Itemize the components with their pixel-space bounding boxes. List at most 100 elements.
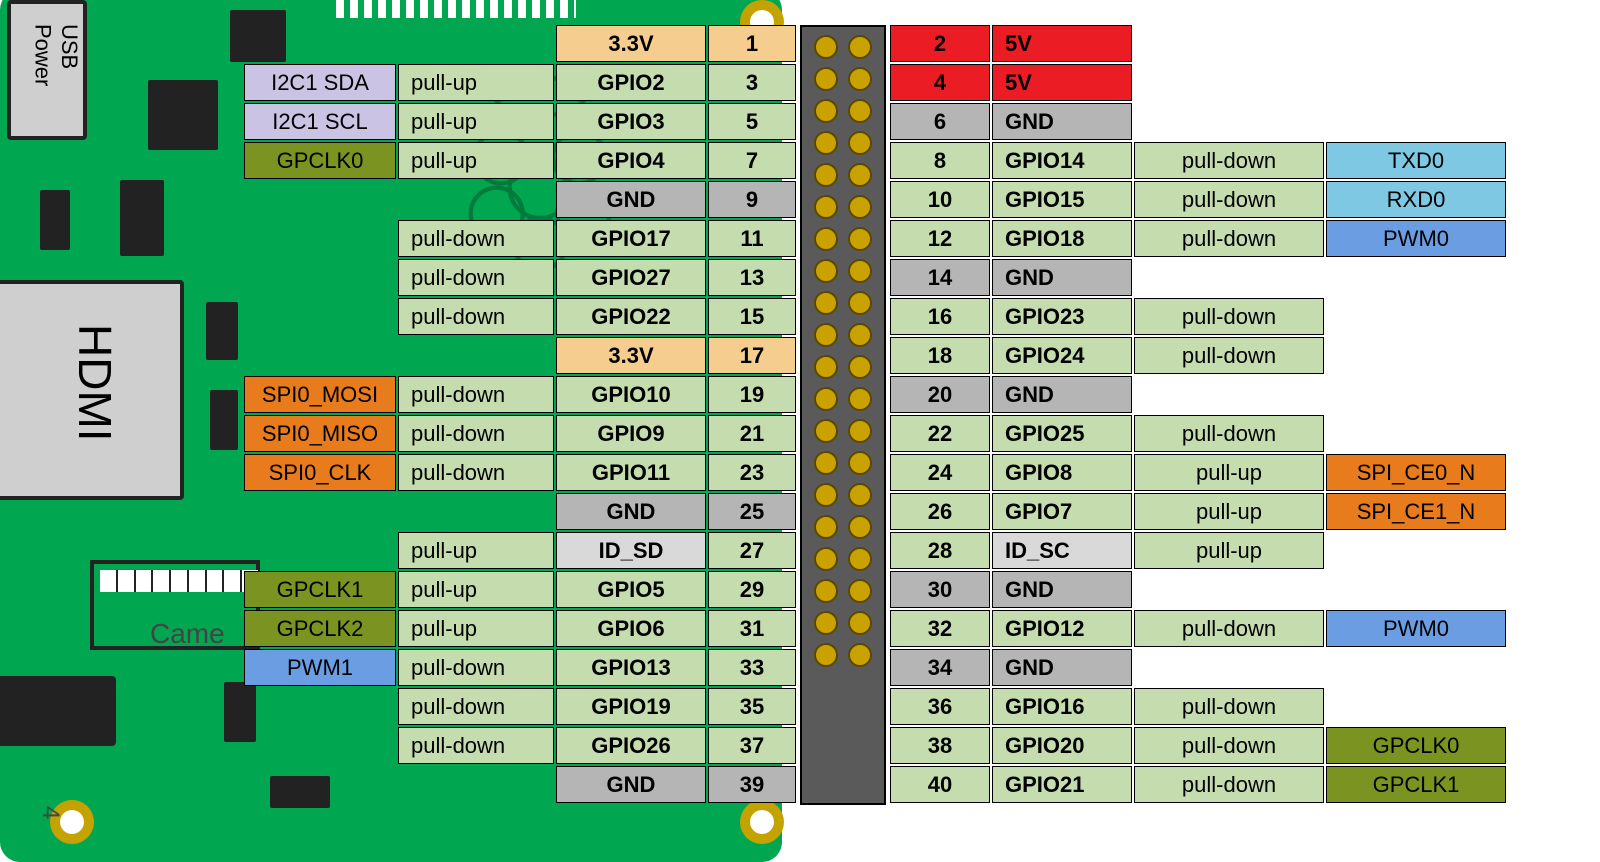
- left-pull: pull-down: [398, 688, 554, 725]
- right-pin-number: 16: [890, 298, 990, 335]
- left-gpio: GPIO27: [556, 259, 706, 296]
- left-pull: pull-down: [398, 454, 554, 491]
- left-alt: I2C1 SCL: [244, 103, 396, 140]
- left-pin-number: 37: [708, 727, 796, 764]
- right-pin-number: 34: [890, 649, 990, 686]
- left-gpio: 3.3V: [556, 337, 706, 374]
- left-pin-number: 1: [708, 25, 796, 62]
- left-pin-number: 31: [708, 610, 796, 647]
- left-pull: pull-down: [398, 376, 554, 413]
- right-pin-number: 38: [890, 727, 990, 764]
- right-gpio: GND: [992, 259, 1132, 296]
- right-alt: RXD0: [1326, 181, 1506, 218]
- left-gpio: GND: [556, 181, 706, 218]
- right-pin-number: 36: [890, 688, 990, 725]
- right-alt: SPI_CE0_N: [1326, 454, 1506, 491]
- right-pull: pull-down: [1134, 727, 1324, 764]
- left-pull: pull-down: [398, 727, 554, 764]
- left-pin-number: 11: [708, 220, 796, 257]
- left-pin-number: 27: [708, 532, 796, 569]
- right-gpio: GND: [992, 649, 1132, 686]
- right-gpio: 5V: [992, 64, 1132, 101]
- right-gpio: GPIO25: [992, 415, 1132, 452]
- left-pull: pull-up: [398, 532, 554, 569]
- right-gpio: GPIO23: [992, 298, 1132, 335]
- right-alt: PWM0: [1326, 610, 1506, 647]
- pinout-table: 3.3V125VI2C1 SDApull-upGPIO2345VI2C1 SCL…: [0, 25, 1600, 805]
- right-alt: GPCLK1: [1326, 766, 1506, 803]
- right-pull: pull-down: [1134, 415, 1324, 452]
- left-pull: pull-up: [398, 142, 554, 179]
- right-pull: pull-down: [1134, 337, 1324, 374]
- left-pin-number: 7: [708, 142, 796, 179]
- left-pin-number: 39: [708, 766, 796, 803]
- right-pin-number: 6: [890, 103, 990, 140]
- left-gpio: ID_SD: [556, 532, 706, 569]
- right-gpio: GPIO8: [992, 454, 1132, 491]
- right-pull: pull-down: [1134, 298, 1324, 335]
- left-pin-number: 5: [708, 103, 796, 140]
- right-gpio: ID_SC: [992, 532, 1132, 569]
- right-gpio: GPIO16: [992, 688, 1132, 725]
- left-pull: pull-down: [398, 415, 554, 452]
- right-pin-number: 14: [890, 259, 990, 296]
- right-alt: PWM0: [1326, 220, 1506, 257]
- left-pull: pull-up: [398, 610, 554, 647]
- mount-hole: [740, 800, 784, 844]
- right-pin-number: 8: [890, 142, 990, 179]
- left-pin-number: 15: [708, 298, 796, 335]
- left-gpio: GPIO4: [556, 142, 706, 179]
- right-pull: pull-up: [1134, 454, 1324, 491]
- left-gpio: GND: [556, 493, 706, 530]
- right-gpio: GPIO12: [992, 610, 1132, 647]
- left-gpio: GPIO10: [556, 376, 706, 413]
- left-pull: pull-up: [398, 571, 554, 608]
- right-gpio: GND: [992, 571, 1132, 608]
- right-pin-number: 12: [890, 220, 990, 257]
- left-alt: GPCLK0: [244, 142, 396, 179]
- left-pull: pull-down: [398, 259, 554, 296]
- left-pull: pull-down: [398, 220, 554, 257]
- right-pull: pull-up: [1134, 532, 1324, 569]
- left-pull: pull-up: [398, 103, 554, 140]
- right-gpio: GND: [992, 376, 1132, 413]
- right-pin-number: 2: [890, 25, 990, 62]
- left-pin-number: 19: [708, 376, 796, 413]
- left-pin-number: 21: [708, 415, 796, 452]
- right-pin-number: 40: [890, 766, 990, 803]
- left-alt: GPCLK2: [244, 610, 396, 647]
- right-alt: GPCLK0: [1326, 727, 1506, 764]
- left-gpio: GPIO6: [556, 610, 706, 647]
- right-pull: pull-down: [1134, 220, 1324, 257]
- right-gpio: GPIO20: [992, 727, 1132, 764]
- left-pull: pull-down: [398, 649, 554, 686]
- right-alt: TXD0: [1326, 142, 1506, 179]
- left-alt: SPI0_CLK: [244, 454, 396, 491]
- left-alt: GPCLK1: [244, 571, 396, 608]
- left-gpio: GPIO26: [556, 727, 706, 764]
- right-gpio: GND: [992, 103, 1132, 140]
- left-gpio: GPIO11: [556, 454, 706, 491]
- right-gpio: GPIO21: [992, 766, 1132, 803]
- right-gpio: GPIO7: [992, 493, 1132, 530]
- left-pin-number: 23: [708, 454, 796, 491]
- right-pull: pull-down: [1134, 688, 1324, 725]
- left-gpio: GPIO17: [556, 220, 706, 257]
- left-gpio: GPIO19: [556, 688, 706, 725]
- left-pull: pull-down: [398, 298, 554, 335]
- right-gpio: GPIO14: [992, 142, 1132, 179]
- left-gpio: GND: [556, 766, 706, 803]
- right-pin-number: 28: [890, 532, 990, 569]
- left-pin-number: 17: [708, 337, 796, 374]
- right-pull: pull-down: [1134, 610, 1324, 647]
- left-alt: I2C1 SDA: [244, 64, 396, 101]
- left-pin-number: 33: [708, 649, 796, 686]
- left-pull: pull-up: [398, 64, 554, 101]
- left-pin-number: 3: [708, 64, 796, 101]
- left-gpio: GPIO2: [556, 64, 706, 101]
- right-pin-number: 4: [890, 64, 990, 101]
- right-pull: pull-down: [1134, 766, 1324, 803]
- corner-number: 4: [36, 806, 64, 819]
- left-alt: SPI0_MISO: [244, 415, 396, 452]
- right-gpio: GPIO24: [992, 337, 1132, 374]
